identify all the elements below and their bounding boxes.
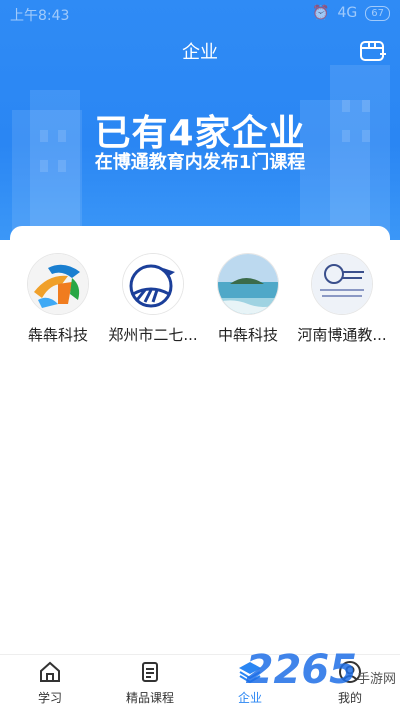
gear-globe-logo [123,254,183,314]
tab-label: 学习 [37,691,62,705]
alarm-icon: ⏰ [312,5,330,21]
watermark-suffix: 手游网 [356,672,396,687]
colorful-swirl-logo [28,254,88,314]
tab-courses[interactable]: 精品课程 [100,659,200,706]
tab-study[interactable]: 学习 [0,659,100,706]
add-store-button[interactable] [358,36,388,66]
company-item[interactable]: 中犇科技 [201,254,295,345]
home-icon [40,661,60,682]
company-name: 河南博通教... [297,326,387,344]
header-banner: 上午8:43 ⏰ 4G 67 企业 已有4家企业 在博通教育内发布1门课程 [0,0,400,240]
school-seal-logo [312,254,372,314]
network-label: 4G [337,5,358,21]
seascape-photo [218,254,278,314]
company-logo [218,254,278,314]
company-name: 中犇科技 [217,326,278,344]
company-item[interactable]: 郑州市二七... [106,254,200,345]
company-logo [28,254,88,314]
watermark: 2265手游网 [246,647,396,693]
banner-subline: 在博通教育内发布1门课程 [94,152,306,173]
status-bar: 上午8:43 ⏰ 4G 67 [0,0,400,28]
battery-indicator: 67 [365,5,390,21]
document-icon [142,662,158,682]
company-logo [123,254,183,314]
tab-label: 企业 [237,691,262,705]
company-name: 郑州市二七... [108,326,198,344]
watermark-number: 2265 [245,647,357,693]
company-name: 犇犇科技 [27,326,88,344]
company-logo [312,254,372,314]
store-add-icon [360,41,386,61]
status-time: 上午8:43 [10,8,70,24]
tab-label: 精品课程 [125,691,174,705]
page-title: 企业 [182,42,218,63]
company-item[interactable]: 河南博通教... [295,254,389,345]
tab-label: 我的 [337,691,362,705]
company-list: 犇犇科技 郑州市二七... 中犇科技 河南博通教... [0,254,400,354]
company-item[interactable]: 犇犇科技 [11,254,105,345]
